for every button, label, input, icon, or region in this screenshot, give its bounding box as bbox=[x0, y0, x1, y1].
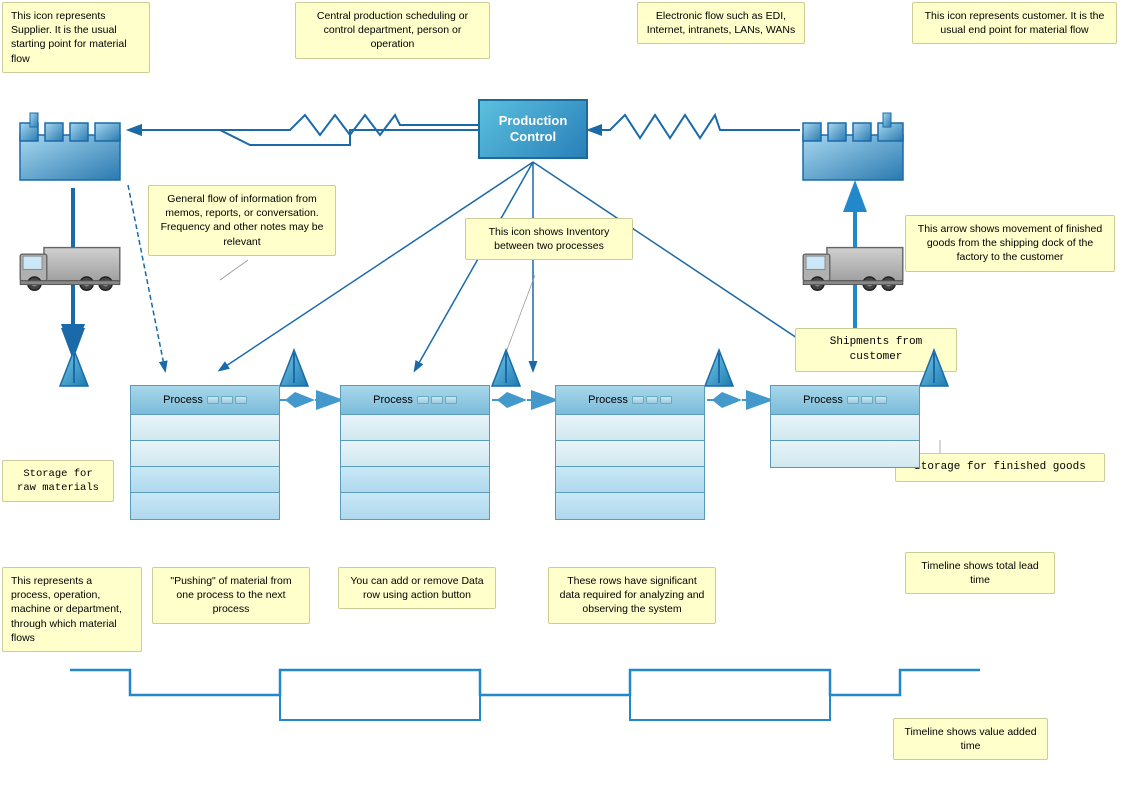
callout-significant: These rows have significant data require… bbox=[548, 567, 716, 624]
data-btn-2a bbox=[417, 396, 429, 404]
process-row-1-4 bbox=[131, 493, 279, 519]
process-box-1: Process bbox=[130, 385, 280, 520]
data-btn-3b bbox=[646, 396, 658, 404]
callout-electronic: Electronic flow such as EDI, Internet, i… bbox=[637, 2, 805, 44]
truck-supplier bbox=[15, 240, 125, 298]
data-btn-1a bbox=[207, 396, 219, 404]
data-btn-1b bbox=[221, 396, 233, 404]
process-data-buttons-3 bbox=[632, 396, 672, 404]
process-row-1-3 bbox=[131, 467, 279, 493]
data-btn-3a bbox=[632, 396, 644, 404]
process-rows-1 bbox=[130, 415, 280, 520]
callout-pushing: "Pushing" of material from one process t… bbox=[152, 567, 310, 624]
factory-customer bbox=[798, 105, 908, 185]
process-header-1: Process bbox=[130, 385, 280, 415]
process-header-2: Process bbox=[340, 385, 490, 415]
process-row-2-2 bbox=[341, 441, 489, 467]
process-row-3-2 bbox=[556, 441, 704, 467]
callout-value-added: Timeline shows value added time bbox=[893, 718, 1048, 760]
callout-prod-control: Central production scheduling or control… bbox=[295, 2, 490, 59]
data-btn-2b bbox=[431, 396, 443, 404]
process-row-3-3 bbox=[556, 467, 704, 493]
inventory-triangle-3-4 bbox=[703, 348, 735, 391]
process-row-3-4 bbox=[556, 493, 704, 519]
data-btn-4b bbox=[861, 396, 873, 404]
data-btn-4c bbox=[875, 396, 887, 404]
process-rows-3 bbox=[555, 415, 705, 520]
callout-supplier: This icon represents Supplier. It is the… bbox=[2, 2, 150, 73]
callout-inventory: This icon shows Inventory between two pr… bbox=[465, 218, 633, 260]
truck-customer bbox=[798, 240, 908, 298]
callout-customer: This icon represents customer. It is the… bbox=[912, 2, 1117, 44]
process-row-2-3 bbox=[341, 467, 489, 493]
process-box-2: Process bbox=[340, 385, 490, 520]
process-box-3: Process bbox=[555, 385, 705, 520]
data-btn-3c bbox=[660, 396, 672, 404]
process-header-3: Process bbox=[555, 385, 705, 415]
process-data-buttons-4 bbox=[847, 396, 887, 404]
callout-total-lead: Timeline shows total lead time bbox=[905, 552, 1055, 594]
data-btn-1c bbox=[235, 396, 247, 404]
callout-storage-finished: Storage for finished goods bbox=[895, 453, 1105, 482]
inventory-triangle-2-3 bbox=[490, 348, 522, 391]
process-rows-2 bbox=[340, 415, 490, 520]
callout-data-row: You can add or remove Data row using act… bbox=[338, 567, 496, 609]
factory-supplier bbox=[15, 105, 125, 185]
callout-storage-materials: Storage for raw materials bbox=[2, 460, 114, 502]
callout-movement: This arrow shows movement of finished go… bbox=[905, 215, 1115, 272]
process-header-4: Process bbox=[770, 385, 920, 415]
callout-process-desc: This represents a process, operation, ma… bbox=[2, 567, 142, 652]
process-row-2-1 bbox=[341, 415, 489, 441]
process-data-buttons-2 bbox=[417, 396, 457, 404]
process-row-1-1 bbox=[131, 415, 279, 441]
inventory-triangle-right bbox=[918, 348, 950, 391]
process-rows-4 bbox=[770, 415, 920, 468]
process-row-3-1 bbox=[556, 415, 704, 441]
process-box-4: Process bbox=[770, 385, 920, 468]
process-row-4-2 bbox=[771, 441, 919, 467]
inventory-triangle-left bbox=[58, 348, 90, 391]
data-btn-4a bbox=[847, 396, 859, 404]
process-row-1-2 bbox=[131, 441, 279, 467]
data-btn-2c bbox=[445, 396, 457, 404]
production-control-box: Production Control bbox=[478, 99, 588, 159]
process-row-2-4 bbox=[341, 493, 489, 519]
process-data-buttons-1 bbox=[207, 396, 247, 404]
inventory-triangle-1-2 bbox=[278, 348, 310, 391]
callout-info-flow: General flow of information from memos, … bbox=[148, 185, 336, 256]
process-row-4-1 bbox=[771, 415, 919, 441]
